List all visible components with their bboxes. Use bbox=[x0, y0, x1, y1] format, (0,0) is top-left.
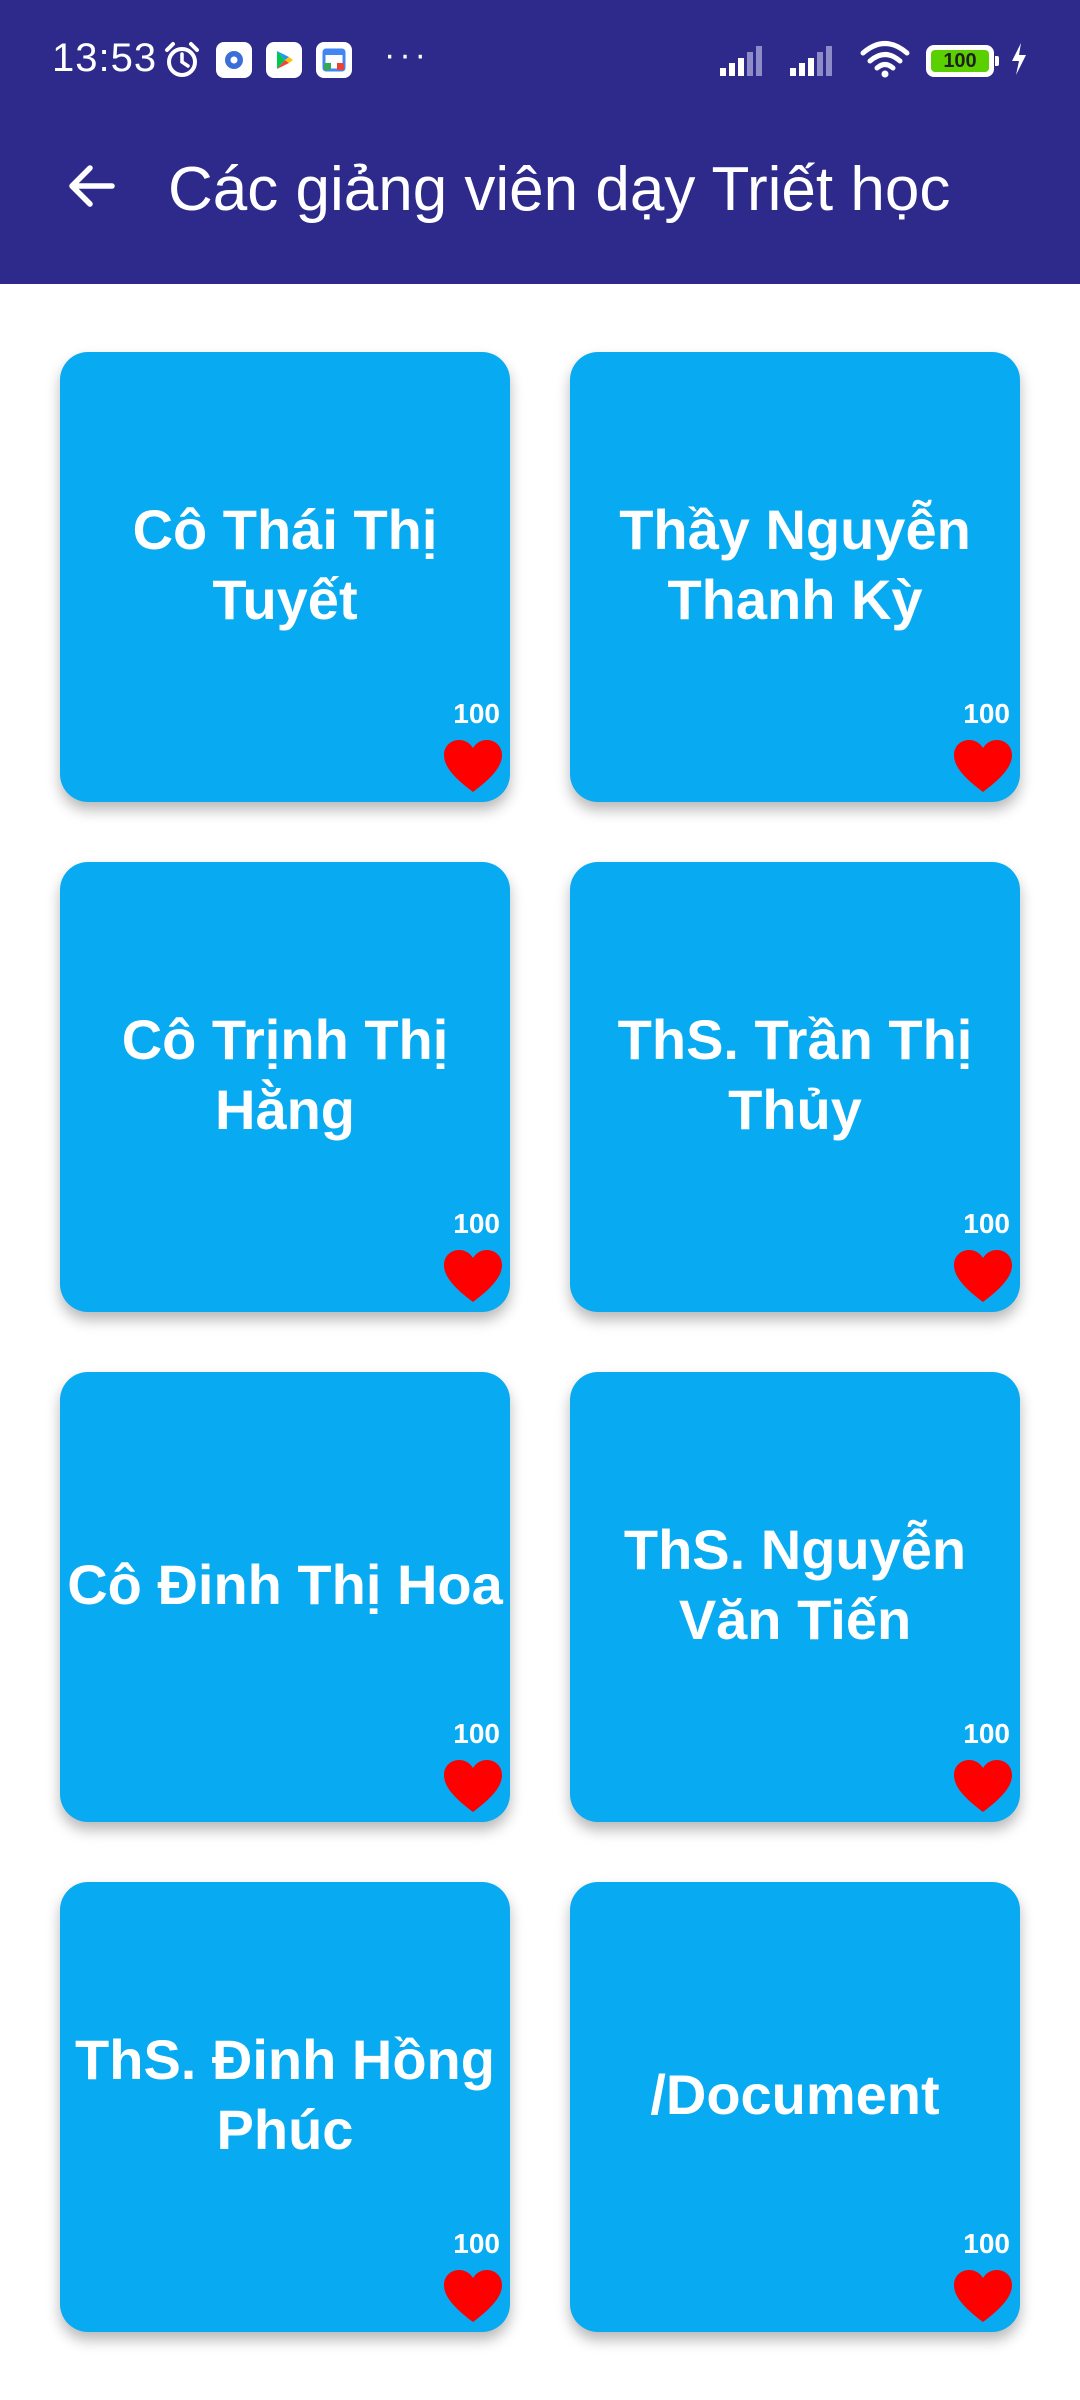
lecturer-card[interactable]: Cô Thái Thị Tuyết 100 bbox=[60, 352, 510, 802]
lecturer-name: Cô Đinh Thị Hoa bbox=[67, 1553, 503, 1616]
status-time: 13:53 bbox=[52, 36, 158, 80]
calendar-icon bbox=[316, 42, 352, 78]
heart-icon[interactable] bbox=[952, 738, 1014, 794]
battery-level: 100 bbox=[931, 50, 989, 72]
status-icons-left: ··· bbox=[162, 35, 430, 82]
lecturer-name: Cô Trịnh Thị Hằng bbox=[121, 1008, 449, 1141]
like-count: 100 bbox=[453, 1208, 500, 1239]
heart-icon[interactable] bbox=[952, 2268, 1014, 2324]
app-bar: 13:53 ··· 100 Các giảng viên dạy Triết h… bbox=[0, 0, 1080, 284]
like-count: 100 bbox=[963, 698, 1010, 729]
status-icons-right: 100 bbox=[720, 38, 1028, 84]
heart-icon[interactable] bbox=[952, 1758, 1014, 1814]
lecturer-card[interactable]: Cô Trịnh Thị Hằng 100 bbox=[60, 862, 510, 1312]
status-bar: 13:53 ··· 100 bbox=[0, 0, 1080, 120]
like-count: 100 bbox=[963, 2228, 1010, 2259]
more-notifications-icon: ··· bbox=[384, 35, 430, 74]
lecturer-card[interactable]: Cô Đinh Thị Hoa 100 bbox=[60, 1372, 510, 1822]
back-button[interactable] bbox=[56, 150, 128, 222]
play-store-icon bbox=[266, 42, 302, 78]
lecturer-name: Cô Thái Thị Tuyết bbox=[132, 498, 438, 631]
lecturer-card[interactable]: ThS. Trần Thị Thủy 100 bbox=[570, 862, 1020, 1312]
wifi-icon bbox=[860, 40, 910, 83]
lecturer-name: ThS. Nguyễn Văn Tiến bbox=[623, 1518, 967, 1651]
lecturer-name: Thầy Nguyễn Thanh Kỳ bbox=[619, 498, 971, 631]
page-title: Các giảng viên dạy Triết học bbox=[168, 155, 951, 224]
lecturer-name: ThS. Đinh Hồng Phúc bbox=[75, 2028, 495, 2161]
heart-icon[interactable] bbox=[952, 1248, 1014, 1304]
lecturer-card[interactable]: ThS. Nguyễn Văn Tiến 100 bbox=[570, 1372, 1020, 1822]
charging-icon bbox=[1010, 42, 1028, 81]
document-card[interactable]: /Document 100 bbox=[570, 1882, 1020, 2332]
heart-icon[interactable] bbox=[442, 1758, 504, 1814]
lecturer-grid: Cô Thái Thị Tuyết 100 Thầy Nguyễn Thanh … bbox=[60, 352, 1020, 2332]
lecturer-card[interactable]: Thầy Nguyễn Thanh Kỳ 100 bbox=[570, 352, 1020, 802]
signal-icon bbox=[720, 42, 774, 81]
alarm-icon bbox=[162, 40, 202, 80]
toolbar: Các giảng viên dạy Triết học bbox=[0, 120, 1080, 260]
lecturer-name: ThS. Trần Thị Thủy bbox=[617, 1008, 973, 1141]
like-count: 100 bbox=[453, 698, 500, 729]
heart-icon[interactable] bbox=[442, 1248, 504, 1304]
document-name: /Document bbox=[650, 2063, 940, 2126]
like-count: 100 bbox=[453, 1718, 500, 1749]
settings-app-icon bbox=[216, 42, 252, 78]
heart-icon[interactable] bbox=[442, 2268, 504, 2324]
like-count: 100 bbox=[963, 1718, 1010, 1749]
heart-icon[interactable] bbox=[442, 738, 504, 794]
battery-icon: 100 bbox=[926, 45, 999, 77]
like-count: 100 bbox=[963, 1208, 1010, 1239]
lecturer-card[interactable]: ThS. Đinh Hồng Phúc 100 bbox=[60, 1882, 510, 2332]
signal-icon bbox=[790, 42, 844, 81]
arrow-left-icon bbox=[69, 165, 115, 207]
like-count: 100 bbox=[453, 2228, 500, 2259]
